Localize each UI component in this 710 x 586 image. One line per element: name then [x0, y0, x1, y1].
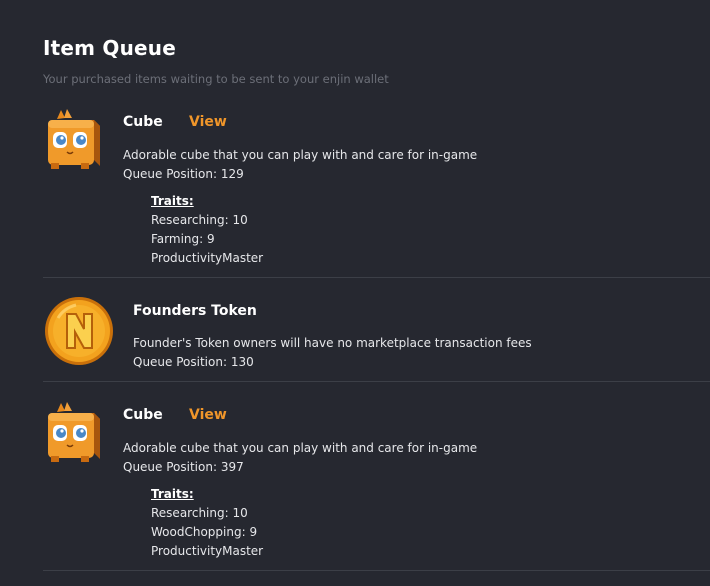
queue-position: Queue Position: 130	[133, 355, 254, 369]
item-queue-page: Item Queue Your purchased items waiting …	[0, 0, 710, 586]
traits-heading: Traits:	[151, 487, 194, 501]
item-name: Founders Token	[133, 303, 257, 319]
queue-position: Queue Position: 397	[123, 460, 244, 474]
founders-token-coin-icon	[44, 296, 114, 366]
item-name: Cube	[123, 114, 163, 130]
trait-item: Researching: 10	[151, 213, 248, 227]
trait-item: ProductivityMaster	[151, 544, 264, 558]
queue-item-cube-1: Cube View Adorable cube that you can pla…	[43, 108, 710, 276]
queue-item-founders-token: Founders Token Founder's Token owners wi…	[43, 296, 710, 376]
item-divider	[43, 277, 710, 278]
page-subtitle: Your purchased items waiting to be sent …	[43, 72, 389, 86]
traits-list: Traits: Researching: 10 Farming: 9 Produ…	[151, 192, 263, 268]
item-name: Cube	[123, 407, 163, 423]
item-description: Adorable cube that you can play with and…	[123, 441, 478, 455]
queue-item-cube-2: Cube View Adorable cube that you can pla…	[43, 401, 710, 569]
view-link[interactable]: View	[189, 407, 227, 423]
queue-position: Queue Position: 129	[123, 167, 244, 181]
cube-pet-icon	[43, 401, 105, 467]
trait-item: Researching: 10	[151, 506, 248, 520]
item-divider	[43, 570, 710, 571]
item-description: Adorable cube that you can play with and…	[123, 148, 478, 162]
traits-heading: Traits:	[151, 194, 194, 208]
view-link[interactable]: View	[189, 114, 227, 130]
traits-list: Traits: Researching: 10 WoodChopping: 9 …	[151, 485, 263, 561]
trait-item: WoodChopping: 9	[151, 525, 258, 539]
page-title: Item Queue	[43, 36, 176, 60]
item-description: Founder's Token owners will have no mark…	[133, 336, 532, 350]
cube-pet-icon	[43, 108, 105, 174]
trait-item: Farming: 9	[151, 232, 215, 246]
trait-item: ProductivityMaster	[151, 251, 264, 265]
item-divider	[43, 381, 710, 382]
